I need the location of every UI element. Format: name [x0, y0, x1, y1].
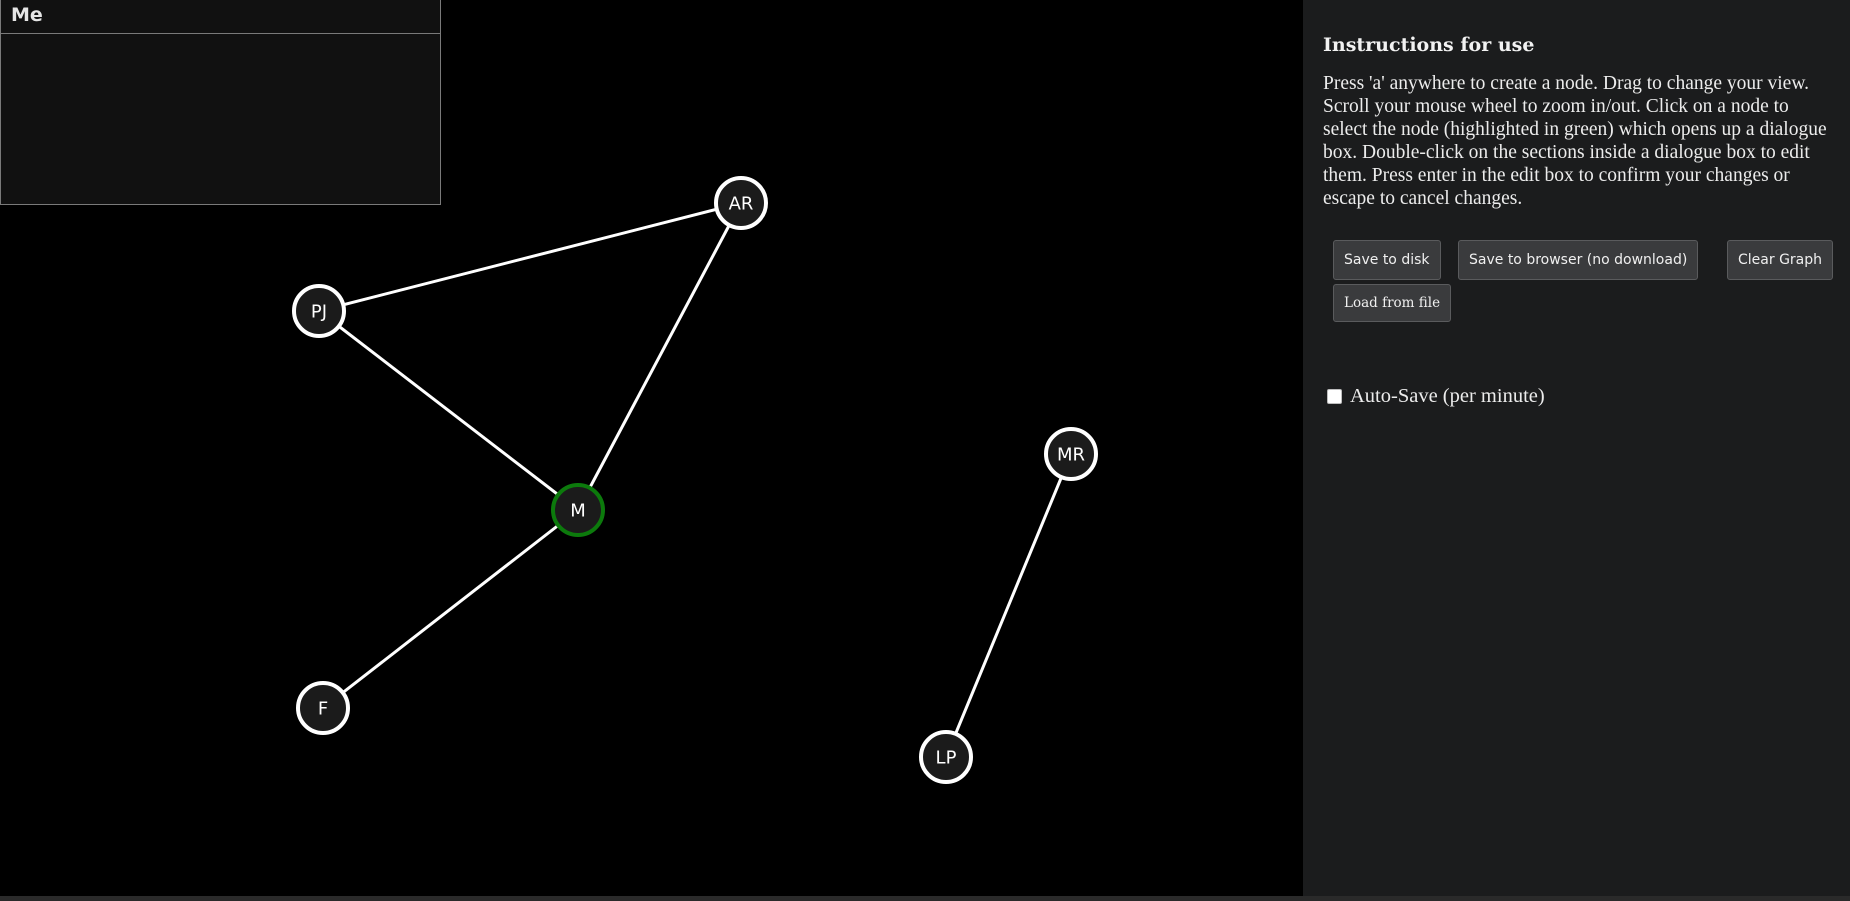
node-lp[interactable]: LP: [919, 730, 973, 784]
clear-graph-button[interactable]: Clear Graph: [1727, 240, 1834, 280]
node-ar[interactable]: AR: [714, 176, 768, 230]
edge-mr-lp: [944, 453, 1073, 758]
edge-ar-m: [576, 202, 743, 511]
autosave-label: Auto-Save (per minute): [1350, 385, 1545, 407]
node-label: MR: [1057, 445, 1085, 466]
nodes-layer: AR PJ M F MR LP: [292, 176, 1098, 784]
save-to-browser-button[interactable]: Save to browser (no download): [1458, 240, 1699, 280]
dialog-body[interactable]: [1, 34, 440, 202]
instructions-sidebar: Instructions for use Press 'a' anywhere …: [1303, 0, 1850, 896]
autosave-checkbox[interactable]: [1327, 389, 1342, 404]
edges-layer: [318, 201, 1073, 758]
edge-pj-ar: [318, 201, 742, 313]
node-label: PJ: [311, 302, 327, 323]
bottom-scrollbar[interactable]: [0, 896, 1850, 901]
edge-pj-m: [318, 309, 579, 512]
node-pj[interactable]: PJ: [292, 284, 346, 338]
button-group: Save to disk Save to browser (no downloa…: [1323, 240, 1834, 330]
app-root: AR PJ M F MR LP Me Instructions for use Press…: [0, 0, 1850, 901]
graph-canvas[interactable]: AR PJ M F MR LP Me: [0, 0, 1303, 896]
node-m[interactable]: M: [551, 483, 605, 537]
node-label: LP: [936, 748, 957, 769]
dialog-title[interactable]: Me: [1, 0, 440, 34]
node-label: M: [570, 501, 586, 522]
instructions-heading: Instructions for use: [1323, 34, 1535, 56]
node-label: F: [318, 699, 328, 720]
node-label: AR: [729, 194, 754, 215]
load-from-file-button[interactable]: Load from file: [1333, 284, 1452, 322]
instructions-text: Press 'a' anywhere to create a node. Dra…: [1323, 73, 1827, 209]
autosave-row: Auto-Save (per minute): [1323, 385, 1830, 408]
edge-m-f: [322, 508, 579, 710]
node-dialog: Me: [0, 0, 441, 205]
save-to-disk-button[interactable]: Save to disk: [1333, 240, 1441, 280]
node-mr[interactable]: MR: [1044, 427, 1098, 481]
node-f[interactable]: F: [296, 681, 350, 735]
